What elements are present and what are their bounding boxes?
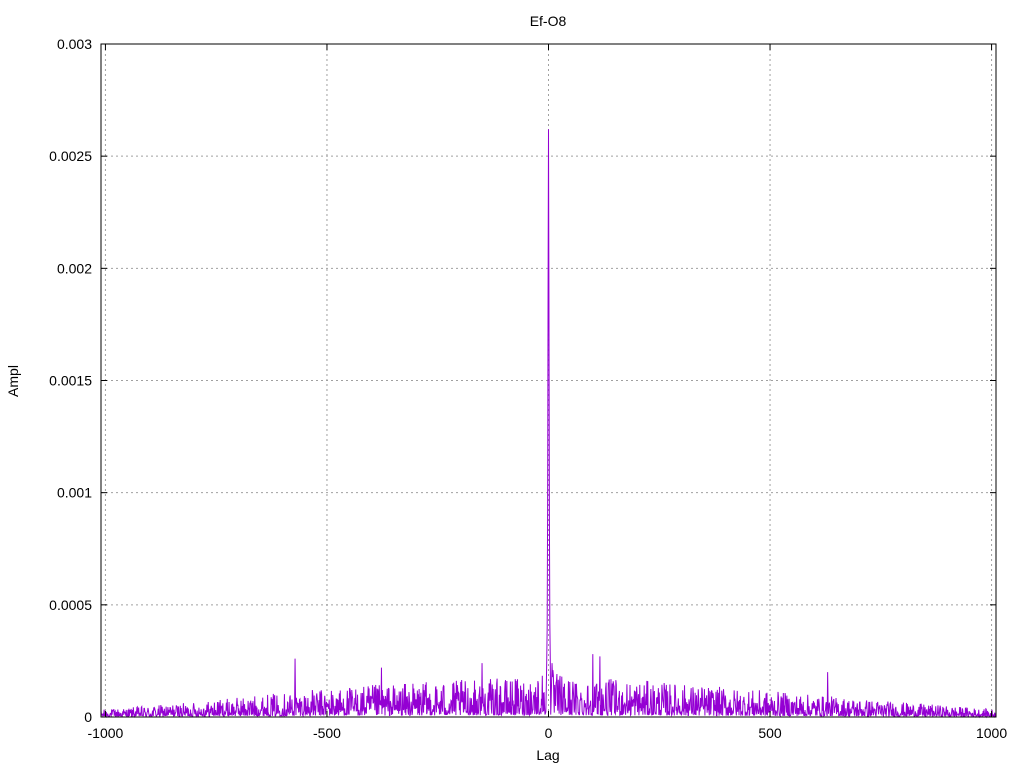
y-tick-label: 0.0005 [49, 597, 92, 613]
x-tick-label: 500 [758, 725, 782, 741]
x-tick-label: 1000 [976, 725, 1007, 741]
series-line [100, 129, 997, 719]
ticks-layer: -1000 -500 0 500 1000 0 0.0005 0.001 0.0015 0.002… [49, 36, 1007, 741]
x-tick-label: -1000 [88, 725, 124, 741]
y-tick-label: 0.001 [57, 485, 92, 501]
x-tick-label: 0 [545, 725, 553, 741]
chart-title: Ef-O8 [530, 13, 567, 29]
chart: -1000 -500 0 500 1000 0 0.0005 0.001 0.0015 0.002… [5, 13, 1007, 763]
y-axis-label: Ampl [5, 365, 21, 397]
y-tick-label: 0.0015 [49, 373, 92, 389]
y-tick-label: 0.002 [57, 260, 92, 276]
y-tick-label: 0.003 [57, 36, 92, 52]
x-tick-label: -500 [313, 725, 341, 741]
y-tick-label: 0.0025 [49, 148, 92, 164]
x-axis-label: Lag [536, 747, 559, 763]
y-tick-label: 0 [84, 709, 92, 725]
series-layer [100, 129, 997, 719]
